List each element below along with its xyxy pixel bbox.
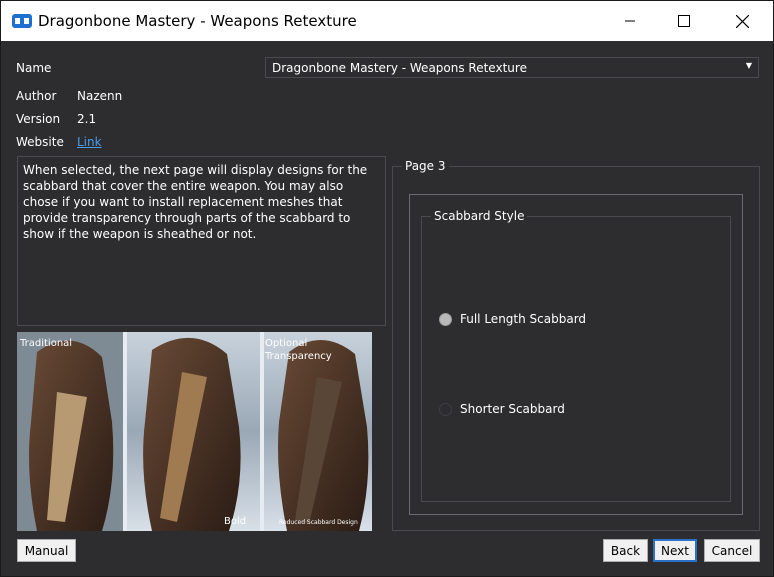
website-label: Website [16, 135, 64, 149]
minimize-icon [625, 20, 635, 22]
maximize-button[interactable] [661, 1, 707, 41]
close-icon [735, 14, 749, 28]
author-value: Nazenn [77, 89, 123, 103]
app-icon [12, 14, 32, 28]
minimize-button[interactable] [607, 1, 653, 41]
page-title: Page 3 [402, 159, 449, 173]
description-box[interactable]: When selected, the next page will displa… [17, 156, 386, 326]
preview-caption-bottom-mid: Bold [224, 516, 246, 527]
name-dropdown[interactable]: Dragonbone Mastery - Weapons Retexture ▼ [265, 57, 759, 78]
author-label: Author [16, 89, 57, 103]
name-label: Name [16, 61, 52, 75]
version-value: 2.1 [77, 112, 97, 126]
armor-figure-left [29, 340, 114, 531]
close-button[interactable] [719, 1, 765, 41]
preview-caption-left: Traditional [19, 338, 72, 349]
armor-figure-right [278, 339, 369, 531]
radio-shorter[interactable] [439, 403, 452, 416]
scabbard-style-title: Scabbard Style [431, 209, 528, 223]
installer-window: Dragonbone Mastery - Weapons Retexture N… [0, 0, 774, 577]
preview-caption-bottom-right: Reduced Scabbard Design [279, 519, 358, 526]
armor-figure-middle [143, 337, 241, 531]
website-link[interactable]: Link [77, 135, 102, 149]
version-label: Version [16, 112, 61, 126]
cancel-button[interactable]: Cancel [704, 539, 760, 562]
preview-image: Traditional Optional Transparency Bold R… [17, 332, 372, 531]
option-full-length-label: Full Length Scabbard [460, 312, 587, 326]
next-button[interactable]: Next [653, 539, 697, 562]
back-button[interactable]: Back [603, 539, 648, 562]
option-shorter[interactable]: Shorter Scabbard [438, 402, 638, 418]
window-title: Dragonbone Mastery - Weapons Retexture [38, 12, 357, 30]
name-dropdown-value: Dragonbone Mastery - Weapons Retexture [272, 61, 527, 75]
preview-caption-right-2: Transparency [264, 351, 332, 362]
chevron-down-icon: ▼ [745, 61, 752, 70]
preview-scene: Traditional Optional Transparency Bold R… [17, 332, 372, 531]
preview-caption-right-1: Optional [265, 338, 307, 349]
scabbard-style-groupbox [421, 216, 731, 502]
radio-full-length[interactable] [439, 313, 452, 326]
option-full-length[interactable]: Full Length Scabbard [438, 312, 638, 328]
manual-button[interactable]: Manual [17, 539, 76, 562]
option-shorter-label: Shorter Scabbard [460, 402, 565, 416]
maximize-icon [678, 15, 690, 27]
title-bar: Dragonbone Mastery - Weapons Retexture [1, 1, 773, 41]
